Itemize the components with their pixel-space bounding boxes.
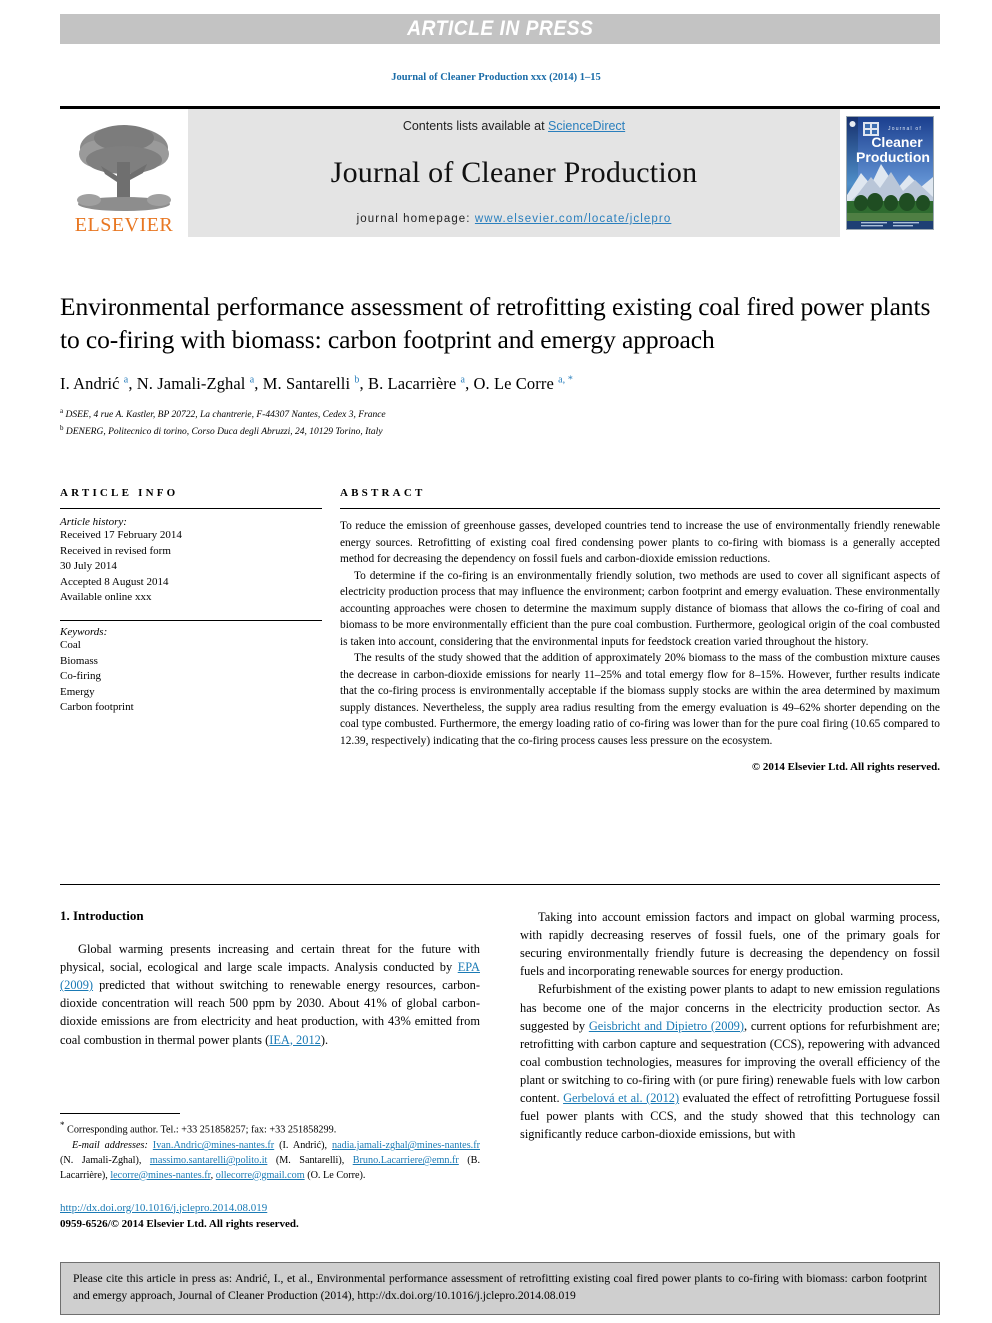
email-owner: (M. Santarelli), (267, 1154, 353, 1166)
affiliation-list: a DSEE, 4 rue A. Kastler, BP 20722, La c… (60, 406, 940, 440)
citation-geisbricht-dipietro-2009[interactable]: Geisbricht and Dipietro (2009) (589, 1019, 744, 1033)
affiliation-b-text: DENERG, Politecnico di torino, Corso Duc… (65, 426, 383, 437)
citation-gerbelova-2012[interactable]: Gerbelová et al. (2012) (563, 1091, 679, 1105)
abstract-rule (340, 508, 940, 509)
journal-title: Journal of Cleaner Production (330, 156, 698, 189)
elsevier-wordmark: ELSEVIER (74, 214, 174, 236)
affiliation-a-text: DSEE, 4 rue A. Kastler, BP 20722, La cha… (65, 409, 386, 420)
affiliation-a: a DSEE, 4 rue A. Kastler, BP 20722, La c… (60, 406, 386, 420)
abstract-paragraph: The results of the study showed that the… (340, 652, 940, 747)
abstract-copyright: © 2014 Elsevier Ltd. All rights reserved… (751, 761, 940, 774)
masthead-center-panel: Contents lists available at ScienceDirec… (188, 109, 840, 237)
history-item: Received in revised form (60, 544, 171, 557)
body-columns: 1. Introduction Global warming presents … (60, 908, 940, 1143)
corresponding-author-text: Corresponding author. Tel.: +33 25185825… (67, 1124, 337, 1136)
section-heading-introduction: 1. Introduction (60, 908, 144, 923)
svg-text:Journal of: Journal of (888, 126, 922, 132)
email-link-lacarriere[interactable]: Bruno.Lacarriere@emn.fr (353, 1155, 459, 1166)
page-title: Environmental performance assessment of … (60, 292, 931, 355)
email-link-santarelli[interactable]: massimo.santarelli@polito.it (150, 1155, 267, 1166)
issn-copyright-line: 0959-6526/© 2014 Elsevier Ltd. All right… (60, 1217, 299, 1230)
abstract-paragraph: To determine if the co-firing is an envi… (340, 569, 940, 648)
title-block: Environmental performance assessment of … (60, 290, 940, 440)
citation-iea-2012[interactable]: IEA, 2012 (269, 1033, 321, 1047)
email-link-andric[interactable]: Ivan.Andric@mines-nantes.fr (153, 1140, 274, 1151)
abstract-column: ABSTRACT To reduce the emission of green… (322, 487, 940, 773)
article-history-label: Article history: (60, 516, 127, 528)
email-owner: (I. Andrić), (274, 1140, 332, 1152)
email-label: E-mail addresses: (72, 1140, 148, 1152)
email-link-lecorre-1[interactable]: lecorre@mines-nantes.fr (110, 1170, 210, 1181)
svg-text:Cleaner: Cleaner (871, 134, 923, 150)
body-separator-rule (60, 884, 940, 885)
keyword-item: Biomass (60, 654, 98, 667)
elsevier-logo: ELSEVIER (60, 109, 188, 237)
keyword-item: Coal (60, 639, 81, 652)
svg-text:Production: Production (856, 149, 930, 165)
keywords-rule (60, 620, 322, 622)
intro-paragraph-right-2: Refurbishment of the existing power plan… (520, 980, 940, 1143)
abstract-paragraph: To reduce the emission of greenhouse gas… (340, 520, 940, 566)
history-item: Available online xxx (60, 591, 152, 604)
journal-homepage-line: journal homepage: www.elsevier.com/locat… (357, 213, 672, 225)
journal-running-head: Journal of Cleaner Production xxx (2014)… (391, 72, 601, 83)
affiliation-b: b DENERG, Politecnico di torino, Corso D… (60, 423, 383, 437)
article-info-heading: ARTICLE INFO (60, 487, 179, 499)
cite-this-article-text: Please cite this article in press as: An… (73, 1272, 927, 1302)
cite-this-article-box: Please cite this article in press as: An… (60, 1262, 940, 1315)
email-owner: (N. Jamali-Zghal), (60, 1154, 150, 1166)
article-in-press-banner: ARTICLE IN PRESS (60, 14, 940, 44)
email-link-jamali-zghal[interactable]: nadia.jamali-zghal@mines-nantes.fr (332, 1140, 480, 1151)
body-column-right: Taking into account emission factors and… (520, 908, 940, 1143)
email-addresses-line: E-mail addresses: Ivan.Andric@mines-nant… (60, 1139, 480, 1183)
intro-text-part: Global warming presents increasing and c… (60, 942, 480, 975)
keywords-block: Keywords: Coal Biomass Co-firing Emergy … (60, 626, 322, 716)
doi-link[interactable]: http://dx.doi.org/10.1016/j.jclepro.2014… (60, 1202, 267, 1214)
keywords-label: Keywords: (60, 626, 108, 639)
article-in-press-label: ARTICLE IN PRESS (406, 17, 594, 40)
history-item: Accepted 8 August 2014 (60, 575, 169, 588)
intro-paragraph-left: Global warming presents increasing and c… (60, 940, 480, 1049)
homepage-prefix: journal homepage: (356, 213, 475, 225)
footnote-rule (60, 1113, 180, 1114)
history-item: Received 17 February 2014 (60, 529, 182, 541)
email-owner: (O. Le Corre). (304, 1169, 366, 1181)
contents-lists-line: Contents lists available at ScienceDirec… (403, 119, 625, 133)
info-abstract-region: ARTICLE INFO Article history: Received 1… (60, 487, 940, 773)
journal-cover-thumbnail: Journal of Cleaner Production (840, 109, 940, 237)
history-item: 30 July 2014 (60, 560, 117, 573)
corresponding-author-line: * Corresponding author. Tel.: +33 251858… (60, 1119, 480, 1138)
footnote-block: * Corresponding author. Tel.: +33 251858… (60, 1113, 480, 1230)
intro-paragraph-right-1: Taking into account emission factors and… (520, 910, 940, 979)
body-column-left: 1. Introduction Global warming presents … (60, 908, 480, 1143)
article-info-column: ARTICLE INFO Article history: Received 1… (60, 487, 322, 773)
journal-masthead: ELSEVIER Contents lists available at Sci… (60, 106, 940, 237)
abstract-heading: ABSTRACT (340, 487, 426, 499)
journal-homepage-link[interactable]: www.elsevier.com/locate/jclepro (475, 213, 671, 225)
sciencedirect-link[interactable]: ScienceDirect (548, 119, 625, 133)
asterisk-icon: * (60, 1120, 65, 1130)
article-history-list: Received 17 February 2014 Received in re… (60, 528, 322, 606)
contents-lists-prefix: Contents lists available at (402, 119, 549, 133)
keyword-item: Co-firing (60, 670, 101, 683)
elsevier-tree-icon (77, 125, 171, 211)
email-link-lecorre-2[interactable]: ollecorre@gmail.com (216, 1170, 305, 1181)
keyword-item: Carbon footprint (60, 701, 134, 714)
keyword-item: Emergy (60, 685, 95, 698)
author-list: I. Andrić a, N. Jamali-Zghal a, M. Santa… (60, 373, 573, 393)
paper-page: ARTICLE IN PRESS Journal of Cleaner Prod… (0, 0, 992, 1323)
doi-block: http://dx.doi.org/10.1016/j.jclepro.2014… (60, 1198, 480, 1230)
journal-cover-image: Journal of Cleaner Production (846, 116, 934, 230)
intro-text-part: ). (320, 1032, 329, 1047)
